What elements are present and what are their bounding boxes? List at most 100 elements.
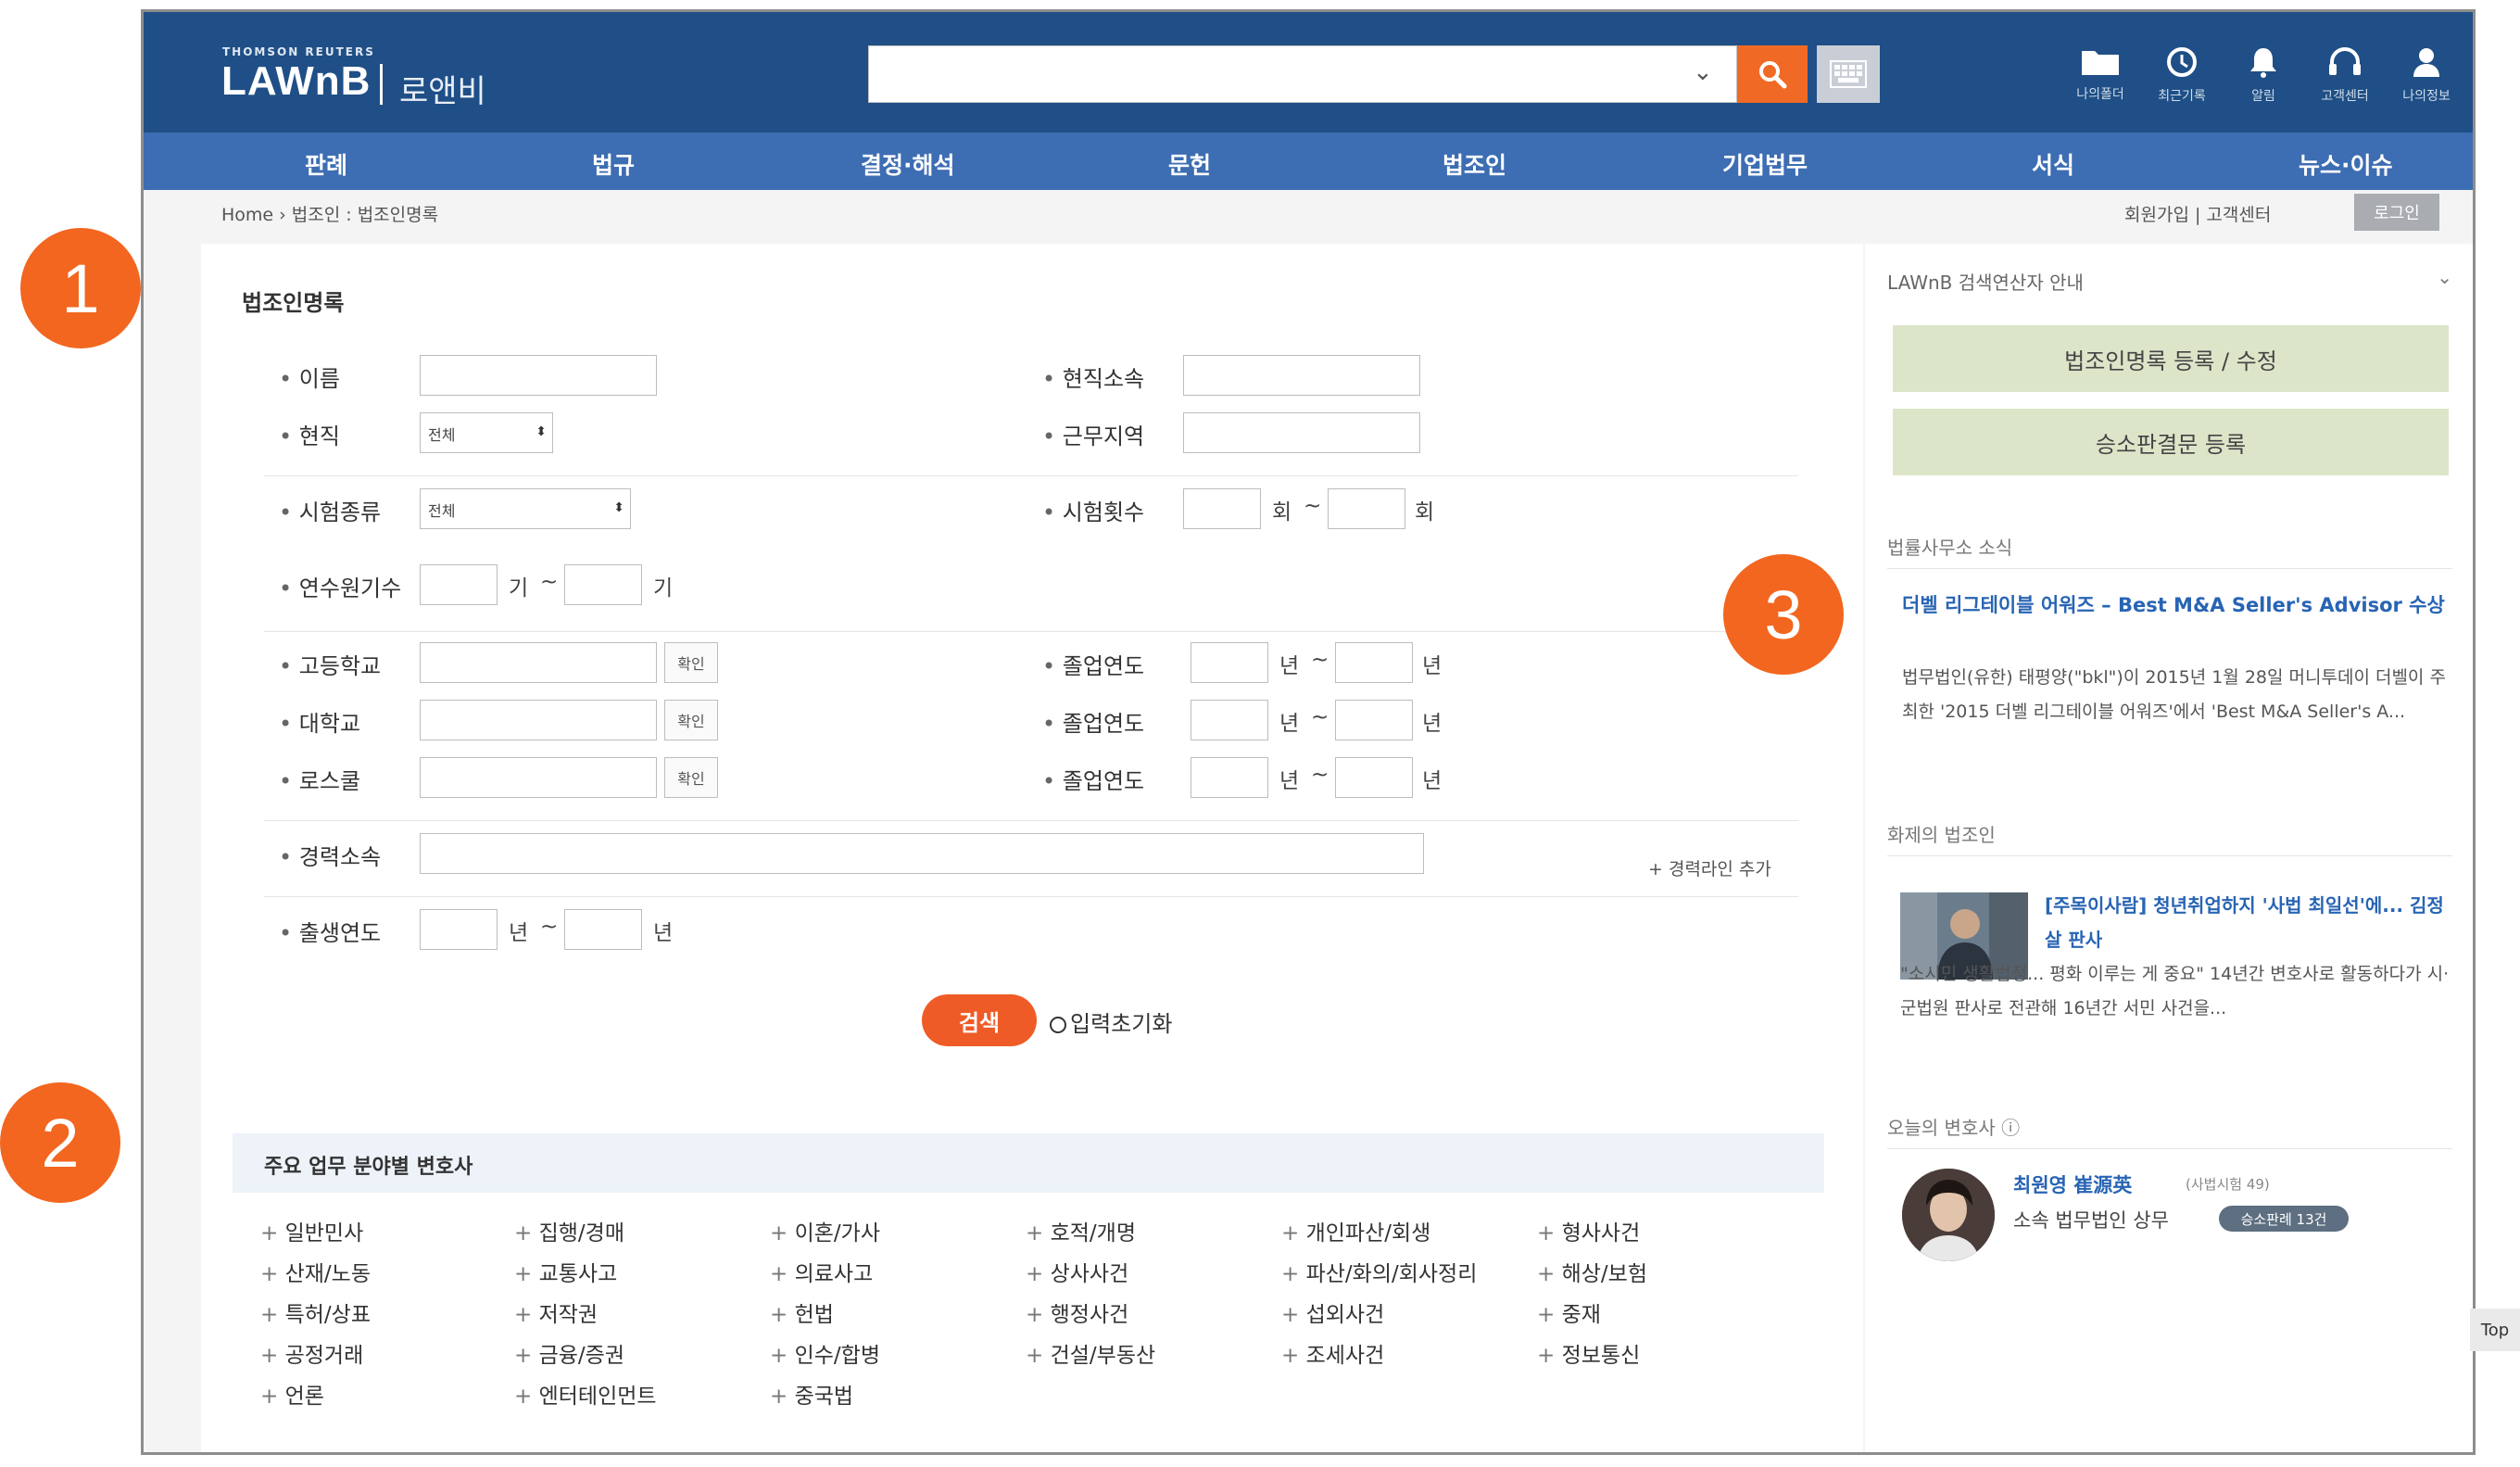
grad-university-from-input[interactable]	[1191, 700, 1268, 740]
login-button[interactable]: 로그인	[2354, 194, 2439, 231]
exam-type-select[interactable]: 전체 ⬍	[420, 488, 631, 529]
affiliation-input[interactable]	[1183, 355, 1420, 396]
scroll-top-button[interactable]: Top	[2470, 1309, 2520, 1351]
grad-university-to-input[interactable]	[1335, 700, 1413, 740]
birth-to-input[interactable]	[564, 909, 642, 950]
unit-year: 년	[1279, 769, 1300, 793]
specialty-item[interactable]: 일반민사	[260, 1215, 364, 1246]
specialty-item[interactable]: 의료사고	[770, 1256, 874, 1287]
unit-year: 년	[509, 921, 529, 945]
news-heading: 법률사무소 소식	[1887, 537, 2013, 559]
specialty-item[interactable]: 헌법	[770, 1296, 834, 1328]
search-dropdown-icon[interactable]: ⌄	[1693, 58, 1713, 86]
reset-button[interactable]: 입력초기화	[1050, 1005, 1172, 1038]
birth-from-input[interactable]	[420, 909, 498, 950]
issue-title-link[interactable]: [주목이사람] 청년취업하지 '사법 최일선'에... 김정살 판사	[2045, 889, 2452, 957]
specialty-item[interactable]: 집행/경매	[514, 1215, 624, 1246]
grad-lawschool-to-input[interactable]	[1335, 757, 1413, 798]
register-ruling-button[interactable]: 승소판결문 등록	[1893, 409, 2449, 475]
unit-year: 년	[1422, 712, 1443, 736]
specialty-item[interactable]: 중재	[1537, 1296, 1601, 1328]
nav-item-forms[interactable]: 서식	[2032, 147, 2074, 181]
highschool-input[interactable]	[420, 642, 657, 683]
label-lawschool: 로스쿨	[279, 763, 360, 795]
position-select[interactable]: 전체 ⬍	[420, 412, 553, 453]
search-input[interactable]	[868, 45, 1737, 103]
specialty-item[interactable]: 섭외사건	[1281, 1296, 1385, 1328]
brand-korean: 로앤비	[399, 73, 486, 110]
register-lawyer-button[interactable]: 법조인명록 등록 / 수정	[1893, 325, 2449, 392]
specialty-item[interactable]: 특허/상표	[260, 1296, 371, 1328]
career-input[interactable]	[420, 833, 1424, 874]
lawschool-confirm-button[interactable]: 확인	[664, 757, 718, 798]
breadcrumb[interactable]: Home › 법조인 : 법조인명록	[221, 201, 438, 226]
keypad-button[interactable]	[1817, 45, 1880, 103]
specialty-item[interactable]: 파산/화의/회사정리	[1281, 1256, 1478, 1287]
support-button[interactable]: 고객센터	[2308, 45, 2382, 105]
lawschool-input[interactable]	[420, 757, 657, 798]
brand-logo[interactable]: LAWnB	[221, 58, 371, 105]
chevron-down-icon[interactable]: ⌄	[2437, 266, 2452, 288]
grad-lawschool-from-input[interactable]	[1191, 757, 1268, 798]
exam-round-to-input[interactable]	[1328, 488, 1405, 529]
specialty-item[interactable]: 형사사건	[1537, 1215, 1641, 1246]
training-from-input[interactable]	[420, 564, 498, 605]
grad-highschool-from-input[interactable]	[1191, 642, 1268, 683]
specialty-item[interactable]: 공정거래	[260, 1337, 364, 1369]
status-badge[interactable]: 승소판례 13건	[2219, 1206, 2349, 1232]
university-input[interactable]	[420, 700, 657, 740]
specialty-item[interactable]: 중국법	[770, 1378, 853, 1410]
form-divider	[264, 896, 1798, 897]
specialty-item[interactable]: 상사사건	[1026, 1256, 1129, 1287]
history-button[interactable]: 최근기록	[2145, 45, 2219, 105]
training-to-input[interactable]	[564, 564, 642, 605]
exam-round-from-input[interactable]	[1183, 488, 1261, 529]
university-confirm-button[interactable]: 확인	[664, 700, 718, 740]
specialty-item[interactable]: 언론	[260, 1378, 324, 1410]
specialty-item[interactable]: 엔터테인먼트	[514, 1378, 657, 1410]
nav-item-news[interactable]: 뉴스·이슈	[2299, 147, 2393, 181]
label-highschool: 고등학교	[279, 648, 381, 680]
add-career-link[interactable]: + 경력라인 추가	[1648, 855, 1771, 880]
nav-item-corporate[interactable]: 기업법무	[1722, 147, 1808, 181]
avatar[interactable]	[1902, 1169, 1995, 1261]
specialty-item[interactable]: 조세사건	[1281, 1337, 1385, 1369]
folder-button[interactable]: 나의폴더	[2063, 45, 2137, 103]
marker-2: 2	[0, 1082, 120, 1203]
grad-highschool-to-input[interactable]	[1335, 642, 1413, 683]
search-operators-link[interactable]: LAWnB 검색연산자 안내	[1887, 268, 2084, 295]
specialty-item[interactable]: 행정사건	[1026, 1296, 1129, 1328]
keypad-icon	[1830, 60, 1867, 88]
marker-1: 1	[20, 228, 141, 348]
specialty-item[interactable]: 이혼/가사	[770, 1215, 880, 1246]
search-button[interactable]	[1737, 45, 1808, 103]
specialty-item[interactable]: 해상/보험	[1537, 1256, 1647, 1287]
news-title-link[interactable]: 더벨 리그테이블 어워즈 – Best M&A Seller's Advisor…	[1902, 588, 2449, 622]
name-input[interactable]	[420, 355, 657, 396]
label-career: 경력소속	[279, 839, 381, 871]
lawyer-name-link[interactable]: 최원영 崔源英	[2013, 1170, 2132, 1198]
highschool-confirm-button[interactable]: 확인	[664, 642, 718, 683]
specialty-item[interactable]: 건설/부동산	[1026, 1337, 1156, 1369]
specialty-item[interactable]: 금융/증권	[514, 1337, 624, 1369]
brand-tagline: THOMSON REUTERS	[222, 45, 375, 58]
myinfo-button[interactable]: 나의정보	[2389, 45, 2463, 105]
nav-item-cases[interactable]: 판례	[305, 147, 347, 181]
specialty-item[interactable]: 정보통신	[1537, 1337, 1641, 1369]
nav-item-literature[interactable]: 문헌	[1168, 147, 1211, 181]
nav-item-rulings[interactable]: 결정·해석	[861, 147, 955, 181]
nav-item-lawyers[interactable]: 법조인	[1443, 147, 1506, 181]
select-arrows-icon: ⬍	[536, 424, 547, 439]
specialty-item[interactable]: 인수/합병	[770, 1337, 880, 1369]
specialty-item[interactable]: 개인파산/회생	[1281, 1215, 1431, 1246]
specialty-item[interactable]: 저작권	[514, 1296, 598, 1328]
region-input[interactable]	[1183, 412, 1420, 453]
nav-item-statutes[interactable]: 법규	[592, 147, 635, 181]
specialty-item[interactable]: 산재/노동	[260, 1256, 371, 1287]
specialty-item[interactable]: 교통사고	[514, 1256, 618, 1287]
alarm-button[interactable]: 알림	[2226, 45, 2300, 105]
top-links[interactable]: 회원가입 | 고객센터	[2124, 201, 2271, 226]
search-submit-button[interactable]: 검색	[922, 994, 1037, 1046]
specialty-item[interactable]: 호적/개명	[1026, 1215, 1136, 1246]
lawyer-search-panel: 법조인명록 이름 현직소속 현직 전체⬍ 근무지역 시험종류 전체⬍ 시험횟수 …	[201, 244, 1863, 1452]
